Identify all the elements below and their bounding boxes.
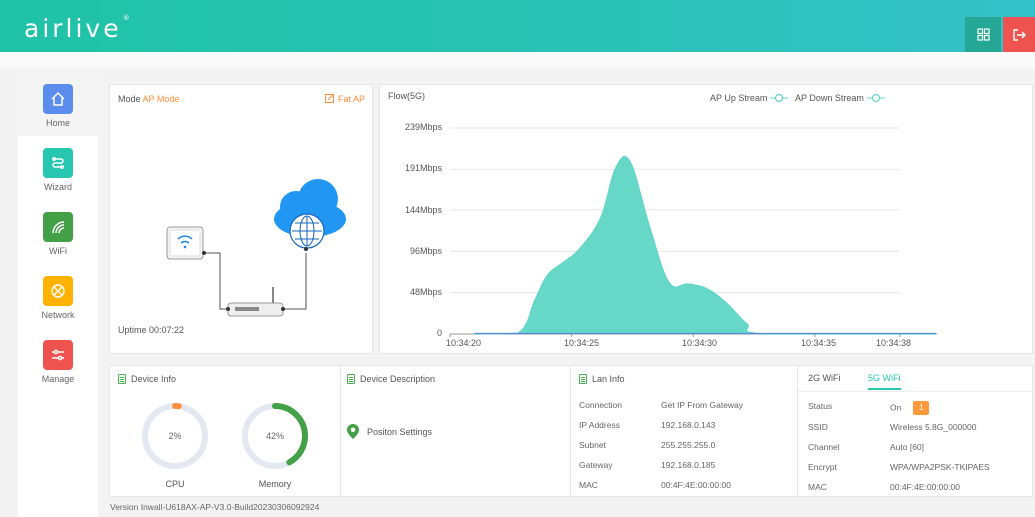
location-pin-icon [347,424,359,439]
series-up-stream-area [474,156,937,334]
wifi-icon [43,212,73,242]
lan-label-mac: MAC [579,480,598,490]
cloud-internet-icon [274,179,346,251]
airlive-logo[interactable]: airlive® [24,14,130,43]
sidebar-item-manage[interactable]: Manage [18,330,98,392]
wifi-panel: 2G WiFi 5G WiFi Status On 1 SSID Wireless… [797,365,1034,497]
tab-5g-wifi[interactable]: 5G WiFi [868,373,901,390]
flow-chart [449,127,937,337]
lan-label-ip: IP Address [579,420,620,430]
cpu-value: 2% [168,431,182,441]
lan-info-title: Lan Info [579,374,625,384]
wifi-value-encrypt: WPA/WPA2PSK-TKIPAES [890,462,990,472]
sidebar-item-label: Manage [41,374,75,384]
sidebar-item-wifi[interactable]: WiFi [18,202,98,264]
x-tick-label: 10:34:30 [682,338,718,348]
sidebar-item-label: Network [41,310,75,320]
document-icon [118,374,126,384]
cpu-label: CPU [165,479,185,489]
logout-button[interactable] [1003,17,1035,52]
x-tick-label: 10:34:20 [446,338,482,348]
wizard-icon [43,148,73,178]
x-tick-label: 10:34:25 [564,338,600,348]
device-info-title: Device Info [118,374,176,384]
lan-label-gateway: Gateway [579,460,613,470]
flow-panel: Flow(5G) AP Up Stream AP Down Stream 239… [379,84,1033,354]
router-device-icon [166,226,206,260]
sidebar-item-label: WiFi [49,246,67,256]
lan-value-ip: 192.168.0.143 [661,420,716,430]
manage-icon [43,340,73,370]
x-tick-label: 10:34:35 [801,338,837,348]
top-header: airlive® [0,0,1035,52]
sidebar-item-home[interactable]: Home [18,74,98,136]
tab-divider [798,391,1034,392]
grid-menu-button[interactable] [965,17,1001,52]
lan-value-subnet: 255.255.255.0 [661,440,716,450]
edit-icon [325,94,335,103]
status-badge[interactable]: 1 [913,401,930,415]
topology-diagram [166,179,346,317]
lan-value-gateway: 192.168.0.185 [661,460,716,470]
uptime-text: Uptime 00:07:22 [118,325,185,335]
logout-icon [1013,28,1026,41]
wifi-label-mac: MAC [808,482,827,492]
mode-label: Mode AP Mode [118,94,180,104]
position-settings-link[interactable]: Positon Settings [347,424,432,439]
mode-panel: Mode AP Mode Fat AP Uptime 00:07:22 [109,84,373,354]
lan-value-connection: Get IP From Gateway [661,400,744,410]
wifi-value-ssid: Wireless 5.8G_000000 [890,422,977,432]
memory-label: Memory [258,479,292,489]
wifi-label-encrypt: Encrypt [808,462,837,472]
device-description-panel: Device Description Positon Settings [340,365,571,497]
network-icon [43,276,73,306]
header-spacer [0,52,1035,68]
tab-2g-wifi[interactable]: 2G WiFi [808,373,841,383]
sidebar-item-label: Home [45,118,70,128]
wifi-label-ssid: SSID [808,422,828,432]
document-icon [579,374,587,384]
sidebar-item-network[interactable]: Network [18,266,98,328]
x-tick-label: 10:34:38 [876,338,912,348]
gateway-device-icon [226,287,285,317]
lan-label-connection: Connection [579,400,623,410]
wifi-label-channel: Channel [808,442,840,452]
sidebar: Home Wizard WiFi Network Manage [18,74,98,517]
lan-value-mac: 00:4F:4E:00:00:00 [661,480,731,490]
document-icon [347,374,355,384]
grid-icon [976,28,990,41]
lan-label-subnet: Subnet [579,440,606,450]
device-description-title: Device Description [347,374,435,384]
network-lines [204,252,307,310]
wifi-value-mac: 00:4F:4E:00:00:00 [890,482,960,492]
wifi-value-channel: Auto [60] [890,442,925,452]
lan-info-panel: Lan Info Connection Get IP From Gateway … [570,365,798,497]
device-info-panel: Device Info 2% 42% CPU Memory [109,365,341,497]
wifi-value-status: On 1 [890,401,930,415]
version-text: Version Inwall-U618AX-AP-V3.0-Build20230… [110,502,320,512]
wifi-label-status: Status [808,401,833,411]
sidebar-item-wizard[interactable]: Wizard [18,138,98,200]
mode-value: AP Mode [142,94,180,104]
sidebar-item-label: Wizard [43,182,72,192]
fat-ap-link[interactable]: Fat AP [325,93,365,104]
home-icon [43,84,73,114]
memory-value: 42% [265,431,284,441]
